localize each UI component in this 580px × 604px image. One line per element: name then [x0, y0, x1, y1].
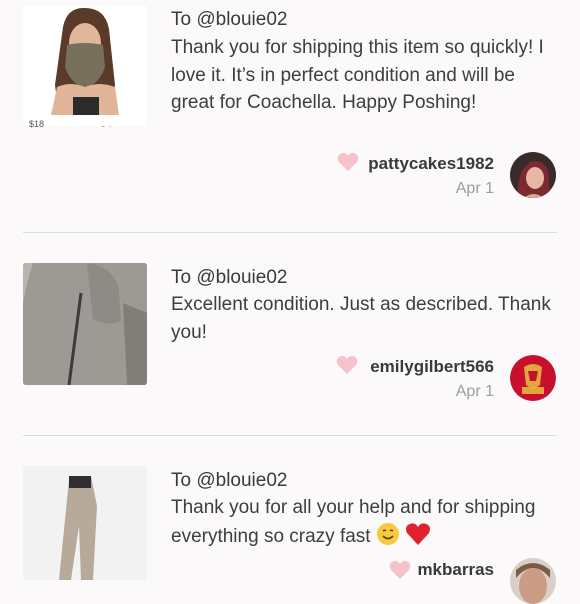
review-1: $18 To @blouie02 Thank you for shipping … [0, 0, 580, 232]
review-message: Thank you for all your help and for ship… [171, 494, 556, 550]
review-recipient[interactable]: To @blouie02 [171, 470, 287, 492]
reviewer-avatar[interactable] [510, 355, 556, 401]
review-date: Apr 1 [455, 180, 494, 197]
review-recipient[interactable]: To @blouie02 [171, 267, 287, 289]
review-message: Thank you for shipping this item so quic… [171, 37, 544, 113]
carousel-dot [108, 126, 112, 127]
reviewer-username[interactable]: pattycakes1982 [368, 154, 494, 174]
heart-icon[interactable] [389, 560, 411, 580]
review-3: To @blouie02 Thank you for all your help… [0, 436, 580, 604]
listing-thumbnail[interactable] [23, 263, 147, 385]
reviewer-username[interactable]: mkbarras [417, 560, 494, 580]
review-2: To @blouie02 Excellent condition. Just a… [0, 233, 580, 434]
review-recipient[interactable]: To @blouie02 [171, 9, 287, 31]
listing-thumbnail[interactable] [23, 5, 147, 127]
review-message-text: Thank you for all your help and for ship… [171, 497, 536, 547]
listing-price: $18 [29, 119, 45, 129]
heart-emoji-icon [406, 522, 431, 545]
reviewer-avatar[interactable] [510, 152, 556, 198]
reviewer-avatar[interactable] [510, 558, 556, 604]
heart-icon[interactable] [336, 355, 358, 375]
review-message: Excellent condition. Just as described. … [171, 294, 551, 343]
heart-icon[interactable] [337, 152, 359, 172]
listing-thumbnail[interactable] [23, 466, 147, 580]
carousel-dot [101, 126, 105, 127]
reviewer-username[interactable]: emilygilbert566 [370, 357, 494, 377]
carousel-dots [101, 117, 115, 127]
smile-emoji-icon [376, 522, 399, 545]
review-date: Apr 1 [455, 383, 494, 400]
